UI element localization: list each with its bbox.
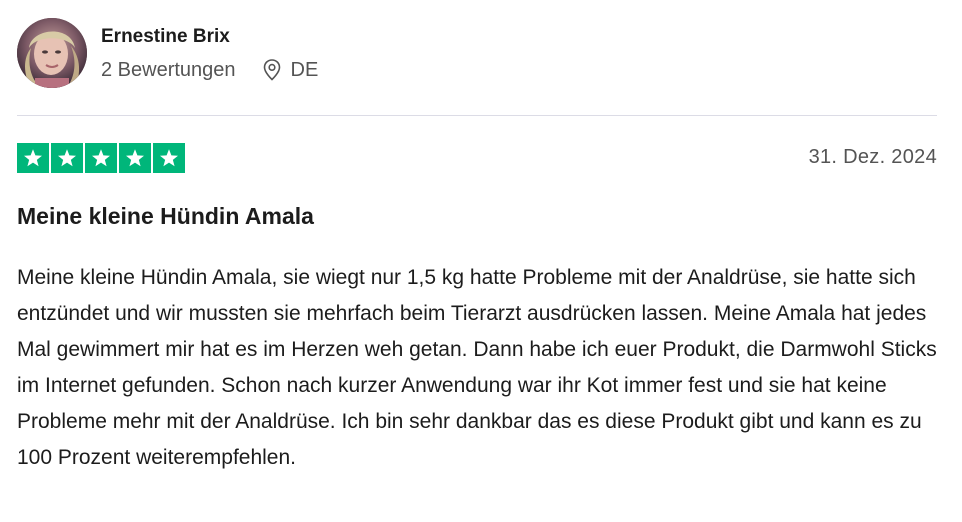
map-pin-icon bbox=[262, 58, 282, 82]
avatar-image bbox=[17, 18, 87, 88]
reviewer-meta: 2 Bewertungen DE bbox=[101, 58, 318, 82]
review-card: Ernestine Brix 2 Bewertungen DE 31. Dez.… bbox=[17, 0, 937, 522]
review-title[interactable]: Meine kleine Hündin Amala bbox=[17, 203, 314, 230]
reviewer-location: DE bbox=[262, 58, 319, 82]
reviews-count: 2 Bewertungen bbox=[101, 58, 236, 81]
star-icon bbox=[119, 143, 151, 173]
star-icon bbox=[51, 143, 83, 173]
reviewer-name[interactable]: Ernestine Brix bbox=[101, 26, 230, 48]
country-code: DE bbox=[290, 58, 319, 81]
review-body: Meine kleine Hündin Amala, sie wiegt nur… bbox=[17, 266, 937, 469]
divider bbox=[17, 115, 937, 116]
star-icon bbox=[153, 143, 185, 173]
reviewer-info: Ernestine Brix 2 Bewertungen DE bbox=[17, 18, 937, 90]
star-rating bbox=[17, 143, 185, 173]
star-icon bbox=[17, 143, 49, 173]
star-icon bbox=[85, 143, 117, 173]
avatar[interactable] bbox=[17, 18, 87, 88]
review-date: 31. Dez. 2024 bbox=[808, 146, 937, 168]
